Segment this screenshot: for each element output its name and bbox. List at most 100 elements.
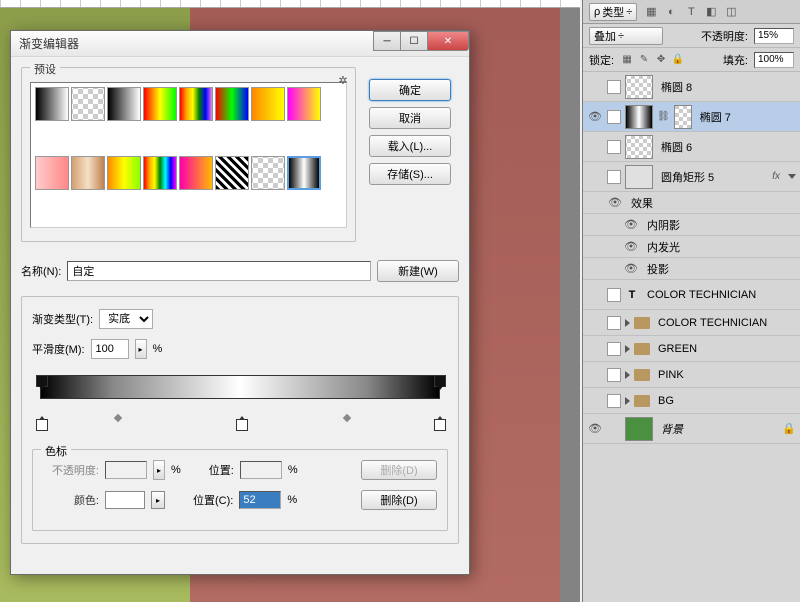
preset-swatch[interactable] (71, 156, 105, 190)
new-button[interactable]: 新建(W) (377, 260, 459, 282)
layer-name[interactable]: COLOR TECHNICIAN (654, 317, 796, 329)
filter-image-icon[interactable]: ▦ (643, 4, 659, 20)
layer-name[interactable]: 背景 (657, 421, 778, 437)
chevron-right-icon[interactable] (625, 319, 630, 327)
color-position-input[interactable] (239, 491, 281, 509)
preset-swatch[interactable] (251, 156, 285, 190)
close-button[interactable]: ✕ (427, 31, 469, 51)
filter-shape-icon[interactable]: ◧ (703, 4, 719, 20)
opacity-stop[interactable] (36, 375, 46, 389)
layer-row[interactable]: 椭圆 8 (583, 72, 800, 102)
layer-checkbox[interactable] (607, 368, 621, 382)
color-dropdown-arrow[interactable]: ▸ (151, 491, 165, 509)
visibility-toggle[interactable]: 👁 (623, 240, 639, 253)
cancel-button[interactable]: 取消 (369, 107, 451, 129)
layer-checkbox[interactable] (607, 110, 621, 124)
fill-input[interactable] (754, 52, 794, 68)
layer-name[interactable]: 圆角矩形 5 (657, 169, 768, 185)
layer-thumbnail[interactable] (625, 165, 653, 189)
layer-row[interactable]: T COLOR TECHNICIAN (583, 280, 800, 310)
layer-mask-thumbnail[interactable] (674, 105, 692, 129)
name-input[interactable] (67, 261, 371, 281)
lock-transparency-icon[interactable]: ▦ (620, 53, 634, 67)
layer-checkbox[interactable] (607, 288, 621, 302)
layer-row-selected[interactable]: 👁 ⛓ 椭圆 7 (583, 102, 800, 132)
preset-swatch[interactable] (35, 156, 69, 190)
dialog-titlebar[interactable]: 渐变编辑器 ─ ☐ ✕ (11, 31, 469, 57)
effect-row[interactable]: 👁 内发光 (583, 236, 800, 258)
chevron-right-icon[interactable]: ▸ (135, 339, 147, 359)
preset-swatch[interactable] (71, 87, 105, 121)
opacity-input[interactable] (754, 28, 794, 44)
gear-icon[interactable]: ✲ (335, 72, 351, 88)
layer-name[interactable]: 椭圆 8 (657, 79, 796, 95)
smoothness-input[interactable] (91, 339, 129, 359)
preset-swatch[interactable] (143, 156, 177, 190)
layer-group-row[interactable]: BG (583, 388, 800, 414)
layer-group-row[interactable]: COLOR TECHNICIAN (583, 310, 800, 336)
effect-row[interactable]: 👁 投影 (583, 258, 800, 280)
layer-name[interactable]: 椭圆 6 (657, 139, 796, 155)
preset-swatch-selected[interactable] (287, 156, 321, 190)
minimize-button[interactable]: ─ (373, 31, 401, 51)
gradient-preview[interactable] (40, 375, 440, 399)
color-stop[interactable] (236, 417, 246, 431)
layer-checkbox[interactable] (607, 140, 621, 154)
layer-group-row[interactable]: PINK (583, 362, 800, 388)
color-stop[interactable] (36, 417, 46, 431)
layer-checkbox[interactable] (607, 342, 621, 356)
layer-name[interactable]: BG (654, 395, 796, 407)
layer-name[interactable]: 椭圆 7 (696, 109, 796, 125)
lock-paint-icon[interactable]: ✎ (637, 53, 651, 67)
lock-position-icon[interactable]: ✥ (654, 53, 668, 67)
layer-thumbnail[interactable] (625, 105, 653, 129)
chevron-right-icon[interactable] (625, 397, 630, 405)
preset-swatch[interactable] (107, 87, 141, 121)
filter-smart-icon[interactable]: ◫ (723, 4, 739, 20)
lock-all-icon[interactable]: 🔒 (671, 53, 685, 67)
gradient-type-select[interactable]: 实底 (99, 309, 153, 329)
layer-checkbox[interactable] (607, 394, 621, 408)
midpoint-diamond[interactable] (114, 414, 122, 422)
layer-thumbnail[interactable] (625, 417, 653, 441)
filter-text-icon[interactable]: T (683, 4, 699, 20)
chevron-right-icon[interactable] (625, 371, 630, 379)
layer-row[interactable]: 圆角矩形 5 fx (583, 162, 800, 192)
preset-swatch[interactable] (107, 156, 141, 190)
color-swatch-button[interactable] (105, 491, 145, 509)
layer-group-row[interactable]: GREEN (583, 336, 800, 362)
layer-row[interactable]: 椭圆 6 (583, 132, 800, 162)
layer-row-background[interactable]: 👁 背景 🔒 (583, 414, 800, 444)
layer-checkbox[interactable] (607, 80, 621, 94)
preset-swatch[interactable] (143, 87, 177, 121)
effects-row[interactable]: 👁 效果 (583, 192, 800, 214)
blend-mode-select[interactable]: 叠加 ÷ (589, 27, 663, 45)
layer-name[interactable]: GREEN (654, 343, 796, 355)
load-button[interactable]: 载入(L)... (369, 135, 451, 157)
filter-adjust-icon[interactable]: ◐ (663, 4, 679, 20)
fx-label[interactable]: fx (772, 171, 784, 182)
color-stop[interactable] (434, 417, 444, 431)
visibility-toggle[interactable]: 👁 (587, 110, 603, 123)
save-button[interactable]: 存储(S)... (369, 163, 451, 185)
visibility-toggle[interactable]: 👁 (623, 218, 639, 231)
preset-swatch[interactable] (287, 87, 321, 121)
effect-row[interactable]: 👁 内阴影 (583, 214, 800, 236)
preset-swatch[interactable] (179, 156, 213, 190)
gradient-editor-bar[interactable] (32, 375, 448, 431)
opacity-stop[interactable] (434, 375, 444, 389)
preset-swatch[interactable] (179, 87, 213, 121)
visibility-toggle[interactable]: 👁 (607, 196, 623, 209)
visibility-toggle[interactable]: 👁 (623, 262, 639, 275)
visibility-toggle[interactable]: 👁 (587, 422, 603, 435)
layer-thumbnail[interactable] (625, 75, 653, 99)
layer-name[interactable]: COLOR TECHNICIAN (643, 289, 796, 301)
maximize-button[interactable]: ☐ (400, 31, 428, 51)
midpoint-diamond[interactable] (343, 414, 351, 422)
delete-color-button[interactable]: 删除(D) (361, 490, 437, 510)
preset-swatch[interactable] (215, 87, 249, 121)
layer-checkbox[interactable] (607, 170, 621, 184)
chevron-right-icon[interactable] (625, 345, 630, 353)
layer-name[interactable]: PINK (654, 369, 796, 381)
kind-filter[interactable]: ρ 类型 ÷ (589, 3, 637, 21)
